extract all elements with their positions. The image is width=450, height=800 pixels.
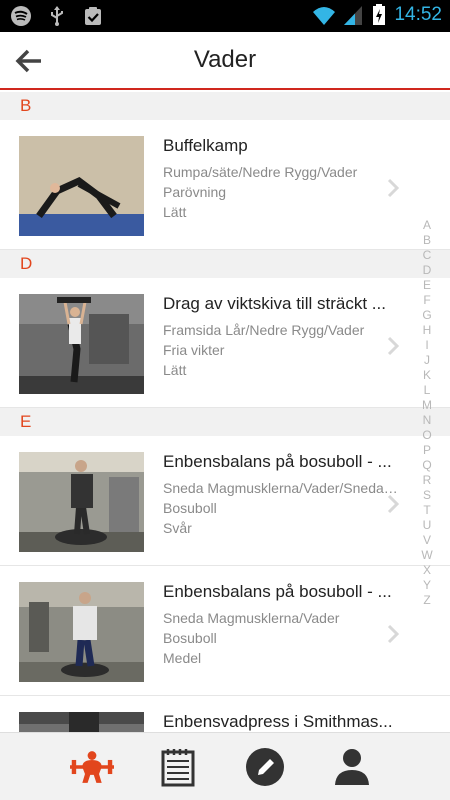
alphabet-index-letter[interactable]: Y <box>419 578 435 593</box>
chevron-right-icon <box>385 336 401 356</box>
alphabet-index-letter[interactable]: G <box>419 308 435 323</box>
usb-icon <box>46 5 68 27</box>
exercise-muscles: Sneda Magmusklerna/Vader <box>163 610 340 626</box>
alphabet-index-letter[interactable]: V <box>419 533 435 548</box>
exercise-equipment: Fria vikter <box>163 342 225 358</box>
exercise-thumbnail <box>19 582 144 682</box>
list-item[interactable]: Enbensbalans på bosuboll - ... Sneda Mag… <box>0 436 450 566</box>
list-item[interactable]: Enbensvadpress i Smithmas... <box>0 696 450 732</box>
bottom-nav <box>0 732 450 800</box>
alphabet-index-letter[interactable]: X <box>419 563 435 578</box>
alphabet-index-letter[interactable]: A <box>419 218 435 233</box>
alphabet-index-letter[interactable]: O <box>419 428 435 443</box>
alphabet-index-letter[interactable]: E <box>419 278 435 293</box>
wifi-icon <box>312 4 336 26</box>
section-header-d: D <box>0 250 450 278</box>
alphabet-index-letter[interactable]: I <box>419 338 435 353</box>
alphabet-index[interactable]: ABCDEFGHIJKLMNOPQRSTUVWXYZ <box>419 218 435 608</box>
page-title: Vader <box>193 46 257 73</box>
alphabet-index-letter[interactable]: P <box>419 443 435 458</box>
exercise-title: Enbensbalans på bosuboll - ... <box>163 452 392 471</box>
alphabet-index-letter[interactable]: S <box>419 488 435 503</box>
list-item[interactable]: Drag av viktskiva till sträckt ... Frams… <box>0 278 450 408</box>
chevron-right-icon <box>385 178 401 198</box>
exercise-equipment: Bosuboll <box>163 500 217 516</box>
spotify-icon <box>10 5 32 27</box>
alphabet-index-letter[interactable]: M <box>419 398 435 413</box>
signal-icon <box>342 4 364 26</box>
exercises-tab-icon[interactable] <box>70 745 114 789</box>
exercise-thumbnail <box>19 452 144 552</box>
exercise-title: Enbensvadpress i Smithmas... <box>163 712 393 731</box>
status-clock: 14:52 <box>394 4 442 25</box>
exercise-level: Lätt <box>163 362 187 378</box>
exercise-muscles: Sneda Magmusklerna/Vader/Sneda ... <box>163 480 398 496</box>
list-item[interactable]: Buffelkamp Rumpa/säte/Nedre Rygg/Vader P… <box>0 120 450 250</box>
section-header-b: B <box>0 92 450 120</box>
edit-tab-icon[interactable] <box>243 745 287 789</box>
chevron-right-icon <box>385 494 401 514</box>
alphabet-index-letter[interactable]: F <box>419 293 435 308</box>
exercise-equipment: Parövning <box>163 184 227 200</box>
exercise-title: Buffelkamp <box>163 136 248 155</box>
alphabet-index-letter[interactable]: D <box>419 263 435 278</box>
alphabet-index-letter[interactable]: T <box>419 503 435 518</box>
alphabet-index-letter[interactable]: C <box>419 248 435 263</box>
clipboard-check-icon <box>82 5 104 27</box>
alphabet-index-letter[interactable]: B <box>419 233 435 248</box>
exercise-thumbnail <box>19 294 144 394</box>
alphabet-index-letter[interactable]: L <box>419 383 435 398</box>
alphabet-index-letter[interactable]: H <box>419 323 435 338</box>
exercise-thumbnail <box>19 136 144 236</box>
exercise-thumbnail <box>19 712 144 732</box>
exercise-muscles: Rumpa/säte/Nedre Rygg/Vader <box>163 164 358 180</box>
exercise-list[interactable]: B Buffelkamp Rumpa/säte/Nedre Rygg/Vader… <box>0 92 450 732</box>
alphabet-index-letter[interactable]: U <box>419 518 435 533</box>
exercise-level: Lätt <box>163 204 187 220</box>
exercise-title: Enbensbalans på bosuboll - ... <box>163 582 392 601</box>
list-item[interactable]: Enbensbalans på bosuboll - ... Sneda Mag… <box>0 566 450 696</box>
exercise-equipment: Bosuboll <box>163 630 217 646</box>
section-header-e: E <box>0 408 450 436</box>
chevron-right-icon <box>385 624 401 644</box>
alphabet-index-letter[interactable]: N <box>419 413 435 428</box>
battery-icon <box>372 4 386 26</box>
alphabet-index-letter[interactable]: R <box>419 473 435 488</box>
alphabet-index-letter[interactable]: Z <box>419 593 435 608</box>
app-bar: Vader <box>0 32 450 90</box>
exercise-level: Svår <box>163 520 192 536</box>
exercise-level: Medel <box>163 650 202 666</box>
alphabet-index-letter[interactable]: J <box>419 353 435 368</box>
status-bar: 14:52 <box>0 0 450 32</box>
alphabet-index-letter[interactable]: W <box>419 548 435 563</box>
alphabet-index-letter[interactable]: K <box>419 368 435 383</box>
alphabet-index-letter[interactable]: Q <box>419 458 435 473</box>
workout-log-tab-icon[interactable] <box>156 745 200 789</box>
exercise-muscles: Framsida Lår/Nedre Rygg/Vader <box>163 322 365 338</box>
exercise-title: Drag av viktskiva till sträckt ... <box>163 294 386 313</box>
profile-tab-icon[interactable] <box>330 745 374 789</box>
